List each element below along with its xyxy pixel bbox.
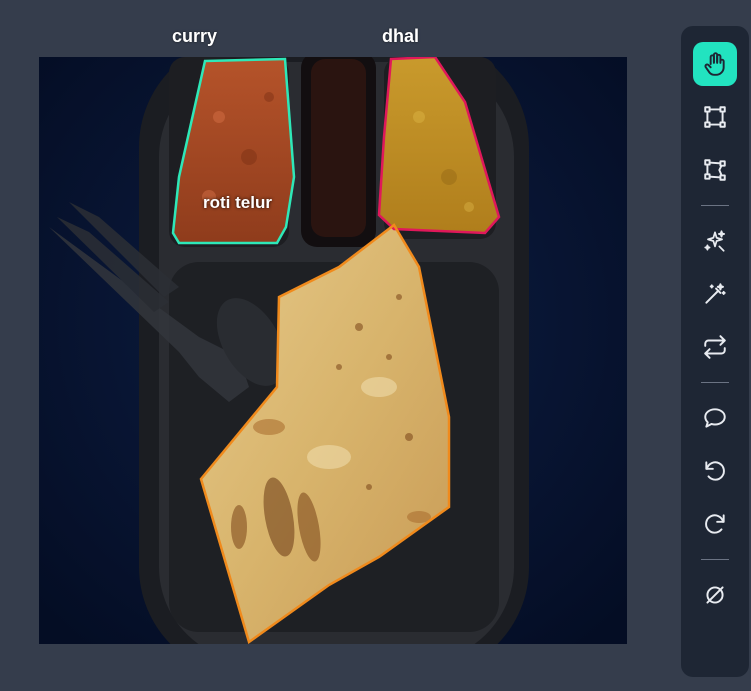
image-canvas[interactable] <box>39 57 627 644</box>
bounding-box-icon <box>704 106 726 128</box>
sauce <box>311 59 366 237</box>
auto-segment-tool-button[interactable] <box>693 219 737 263</box>
toolbar-divider <box>701 559 729 560</box>
comment-icon <box>704 408 726 428</box>
polygon-tool-button[interactable] <box>693 148 737 192</box>
undo-button[interactable] <box>693 449 737 493</box>
hand-pan-icon <box>704 52 725 76</box>
swap-icon <box>704 335 726 359</box>
annotation-workspace: curry dhal roti telur <box>0 0 751 691</box>
magic-wand-icon <box>705 283 726 304</box>
polygon-icon <box>704 159 726 181</box>
redo-icon <box>705 514 725 534</box>
clear-button[interactable] <box>693 573 737 617</box>
redo-button[interactable] <box>693 502 737 546</box>
label-roti-telur: roti telur <box>203 193 272 212</box>
toolbar-divider <box>701 382 729 383</box>
magic-wand-tool-button[interactable] <box>693 272 737 316</box>
toolbar-divider <box>701 205 729 206</box>
clear-icon <box>706 586 724 604</box>
swap-tool-button[interactable] <box>693 325 737 369</box>
bounding-box-tool-button[interactable] <box>693 95 737 139</box>
undo-icon <box>705 461 725 481</box>
pan-tool-button[interactable] <box>693 42 737 86</box>
label-dhal: dhal <box>382 26 420 46</box>
annotation-toolbar <box>681 26 749 677</box>
label-curry: curry <box>172 26 218 46</box>
comment-tool-button[interactable] <box>693 396 737 440</box>
magic-sparkle-icon <box>704 230 726 252</box>
